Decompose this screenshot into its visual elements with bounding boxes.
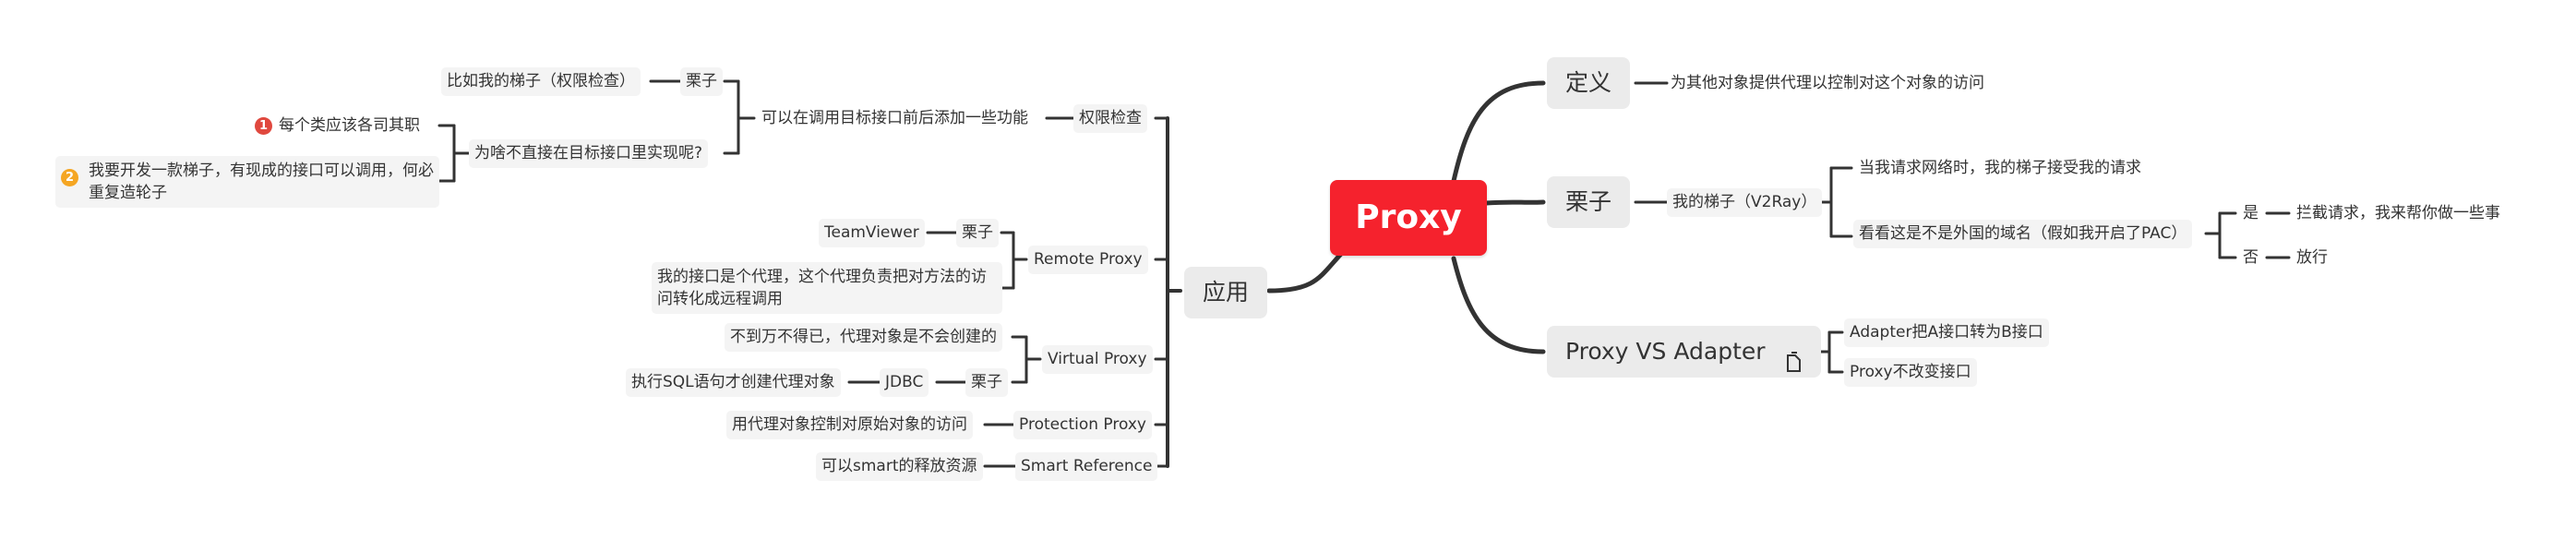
connector-root-vs xyxy=(1451,256,1546,354)
example-v2ray[interactable]: 我的梯子（V2Ray） xyxy=(1667,188,1823,217)
connector-root-apply xyxy=(1266,251,1344,294)
reason-1[interactable]: 1 每个类应该各司其职 xyxy=(251,112,425,140)
branch-smart-reference[interactable]: Smart Reference xyxy=(1015,452,1158,481)
permission-example[interactable]: 栗子 xyxy=(680,67,723,96)
priority-2-icon: 2 xyxy=(61,169,78,186)
reason-1-text: 每个类应该各司其职 xyxy=(279,116,420,135)
branch-virtual-proxy[interactable]: Virtual Proxy xyxy=(1042,345,1153,374)
priority-1-icon: 1 xyxy=(255,117,272,135)
topic-application[interactable]: 应用 xyxy=(1184,267,1268,318)
branch-remote-proxy[interactable]: Remote Proxy xyxy=(1028,246,1148,274)
branch-no[interactable]: 否 xyxy=(2237,244,2264,272)
virtual-jdbc-detail[interactable]: 执行SQL语句才创建代理对象 xyxy=(626,368,841,397)
vs-adapter[interactable]: Adapter把A接口转为B接口 xyxy=(1844,318,2049,347)
connector-root-example xyxy=(1483,199,1546,206)
example-request-accepted[interactable]: 当我请求网络时，我的梯子接受我的请求 xyxy=(1853,154,2147,183)
branch-protection-proxy[interactable]: Protection Proxy xyxy=(1013,411,1152,439)
vs-proxy[interactable]: Proxy不改变接口 xyxy=(1844,358,1977,387)
topic-example[interactable]: 栗子 xyxy=(1547,176,1631,228)
permission-add-features[interactable]: 可以在调用目标接口前后添加一些功能 xyxy=(756,104,1034,133)
connector-lines xyxy=(437,79,2291,468)
virtual-lazy-creation[interactable]: 不到万不得已，代理对象是不会创建的 xyxy=(725,323,1002,352)
smart-description[interactable]: 可以smart的释放资源 xyxy=(816,452,983,481)
protection-description[interactable]: 用代理对象控制对原始对象的访问 xyxy=(726,411,973,439)
reason-2[interactable]: 2 我要开发一款梯子，有现成的接口可以调用，何必重复造轮子 xyxy=(55,156,439,208)
definition-text[interactable]: 为其他对象提供代理以控制对这个对象的访问 xyxy=(1665,69,1990,98)
permission-why-question[interactable]: 为啥不直接在目标接口里实现呢? xyxy=(469,139,709,168)
topic-proxy-vs-adapter-label: Proxy VS Adapter xyxy=(1565,338,1766,365)
remote-description[interactable]: 我的接口是个代理，这个代理负责把对方法的访问转化成远程调用 xyxy=(652,262,1002,314)
reason-2-text: 我要开发一款梯子，有现成的接口可以调用，何必重复造轮子 xyxy=(89,162,434,202)
branch-yes-action[interactable]: 拦截请求，我来帮你做一些事 xyxy=(2291,199,2506,228)
remote-teamviewer[interactable]: TeamViewer xyxy=(819,219,925,247)
mind-map-canvas: Proxy 定义 为其他对象提供代理以控制对这个对象的访问 栗子 我的梯子（V2… xyxy=(0,0,2576,540)
permission-example-text[interactable]: 比如我的梯子（权限检查） xyxy=(441,67,641,96)
topic-definition[interactable]: 定义 xyxy=(1547,57,1631,109)
note-icon[interactable] xyxy=(1784,341,1803,392)
branch-yes[interactable]: 是 xyxy=(2237,199,2264,228)
example-pac-check[interactable]: 看看这是不是外国的域名（假如我开启了PAC） xyxy=(1853,220,2193,248)
branch-no-action[interactable]: 放行 xyxy=(2291,244,2333,272)
root-topic[interactable]: Proxy xyxy=(1330,180,1487,256)
virtual-example[interactable]: 栗子 xyxy=(965,368,1008,397)
remote-example[interactable]: 栗子 xyxy=(956,219,999,247)
branch-permission-check[interactable]: 权限检查 xyxy=(1073,104,1147,133)
topic-proxy-vs-adapter[interactable]: Proxy VS Adapter xyxy=(1547,326,1821,378)
connector-root-definition xyxy=(1451,80,1546,184)
virtual-jdbc[interactable]: JDBC xyxy=(880,368,929,397)
